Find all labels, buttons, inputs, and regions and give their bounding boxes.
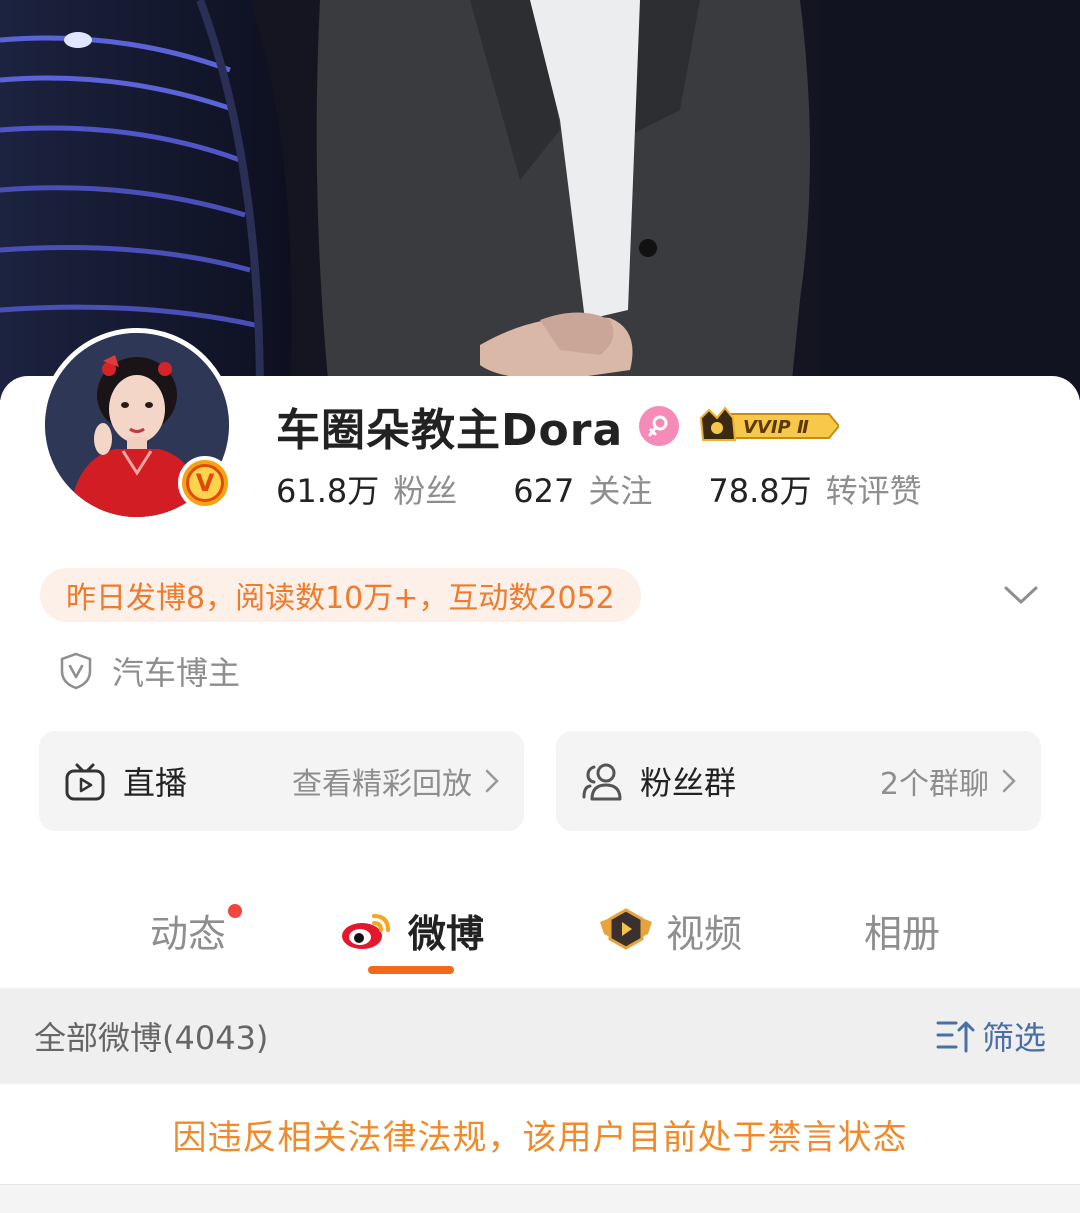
stat-label: 转评赞: [825, 472, 922, 510]
fan-group-action: 2个群聊: [880, 759, 1017, 803]
feed-header: 全部微博(4043) 筛选: [0, 988, 1080, 1084]
feed-divider: [0, 1184, 1080, 1213]
live-stream-action: 查看精彩回放: [292, 759, 500, 803]
tab-dynamics[interactable]: 动态: [150, 900, 226, 960]
stat-interactions[interactable]: 78.8万 转评赞: [708, 466, 921, 512]
notification-dot: [228, 904, 242, 918]
profile-tabs: 动态 微博 视频 相册: [0, 890, 1080, 986]
stat-label: 关注: [588, 472, 653, 510]
category-tag[interactable]: 汽车博主: [58, 648, 240, 694]
vvip-badge[interactable]: VVIP Ⅱ: [699, 406, 841, 446]
filter-button[interactable]: 筛选: [936, 1013, 1046, 1059]
stat-following[interactable]: 627 关注: [513, 466, 652, 512]
activity-summary[interactable]: 昨日发博8，阅读数10万+，互动数2052: [40, 568, 641, 622]
tab-weibo[interactable]: 微博: [340, 900, 484, 960]
active-tab-indicator: [368, 966, 454, 974]
user-name: 车圈朵教主Dora: [276, 405, 624, 456]
stat-value: 78.8万: [708, 472, 812, 510]
stat-label: 粉丝: [393, 472, 458, 510]
live-stream-entry[interactable]: 直播 查看精彩回放: [39, 731, 524, 831]
video-play-icon: [600, 908, 652, 950]
tab-label: 相册: [864, 911, 941, 956]
shield-icon: [60, 652, 92, 690]
tab-label: 微博: [408, 911, 485, 956]
name-row: 车圈朵教主Dora VVIP Ⅱ: [276, 398, 841, 456]
group-icon: [582, 763, 622, 801]
vvip-badge-text: VVIP Ⅱ: [743, 417, 809, 438]
filter-label: 筛选: [981, 1019, 1046, 1057]
verified-badge-icon: V: [178, 456, 232, 510]
category-tag-label: 汽车博主: [112, 654, 241, 692]
profile-screen: V 车圈朵教主Dora VVIP Ⅱ 61.8万 粉丝 627 关注 78.8万…: [0, 0, 1080, 1213]
live-stream-title: 直播: [123, 764, 188, 802]
stat-value: 627: [513, 472, 575, 510]
fan-group-action-label: 2个群聊: [879, 767, 989, 802]
female-icon: [639, 406, 680, 446]
tab-label: 动态: [150, 911, 227, 956]
crown-icon: VVIP Ⅱ: [700, 406, 841, 441]
tab-label: 视频: [666, 911, 743, 956]
tab-album[interactable]: 相册: [864, 900, 940, 960]
chevron-right-icon: [1002, 769, 1016, 793]
fan-group-title: 粉丝群: [640, 764, 737, 802]
tab-video[interactable]: 视频: [598, 900, 742, 960]
muted-notice: 因违反相关法律法规，该用户目前处于禁言状态: [0, 1084, 1080, 1184]
stat-followers[interactable]: 61.8万 粉丝: [276, 466, 457, 512]
chevron-right-icon: [485, 769, 499, 793]
stat-value: 61.8万: [276, 472, 380, 510]
stats-row: 61.8万 粉丝 627 关注 78.8万 转评赞: [276, 466, 978, 512]
tv-icon: [65, 763, 105, 801]
fan-group-entry[interactable]: 粉丝群 2个群聊: [556, 731, 1041, 831]
weibo-logo-icon: [342, 914, 390, 949]
live-stream-action-label: 查看精彩回放: [292, 767, 472, 802]
filter-sort-icon: [936, 1021, 975, 1053]
feed-count-title: 全部微博(4043): [34, 1019, 269, 1057]
chevron-down-icon[interactable]: [1002, 580, 1040, 610]
